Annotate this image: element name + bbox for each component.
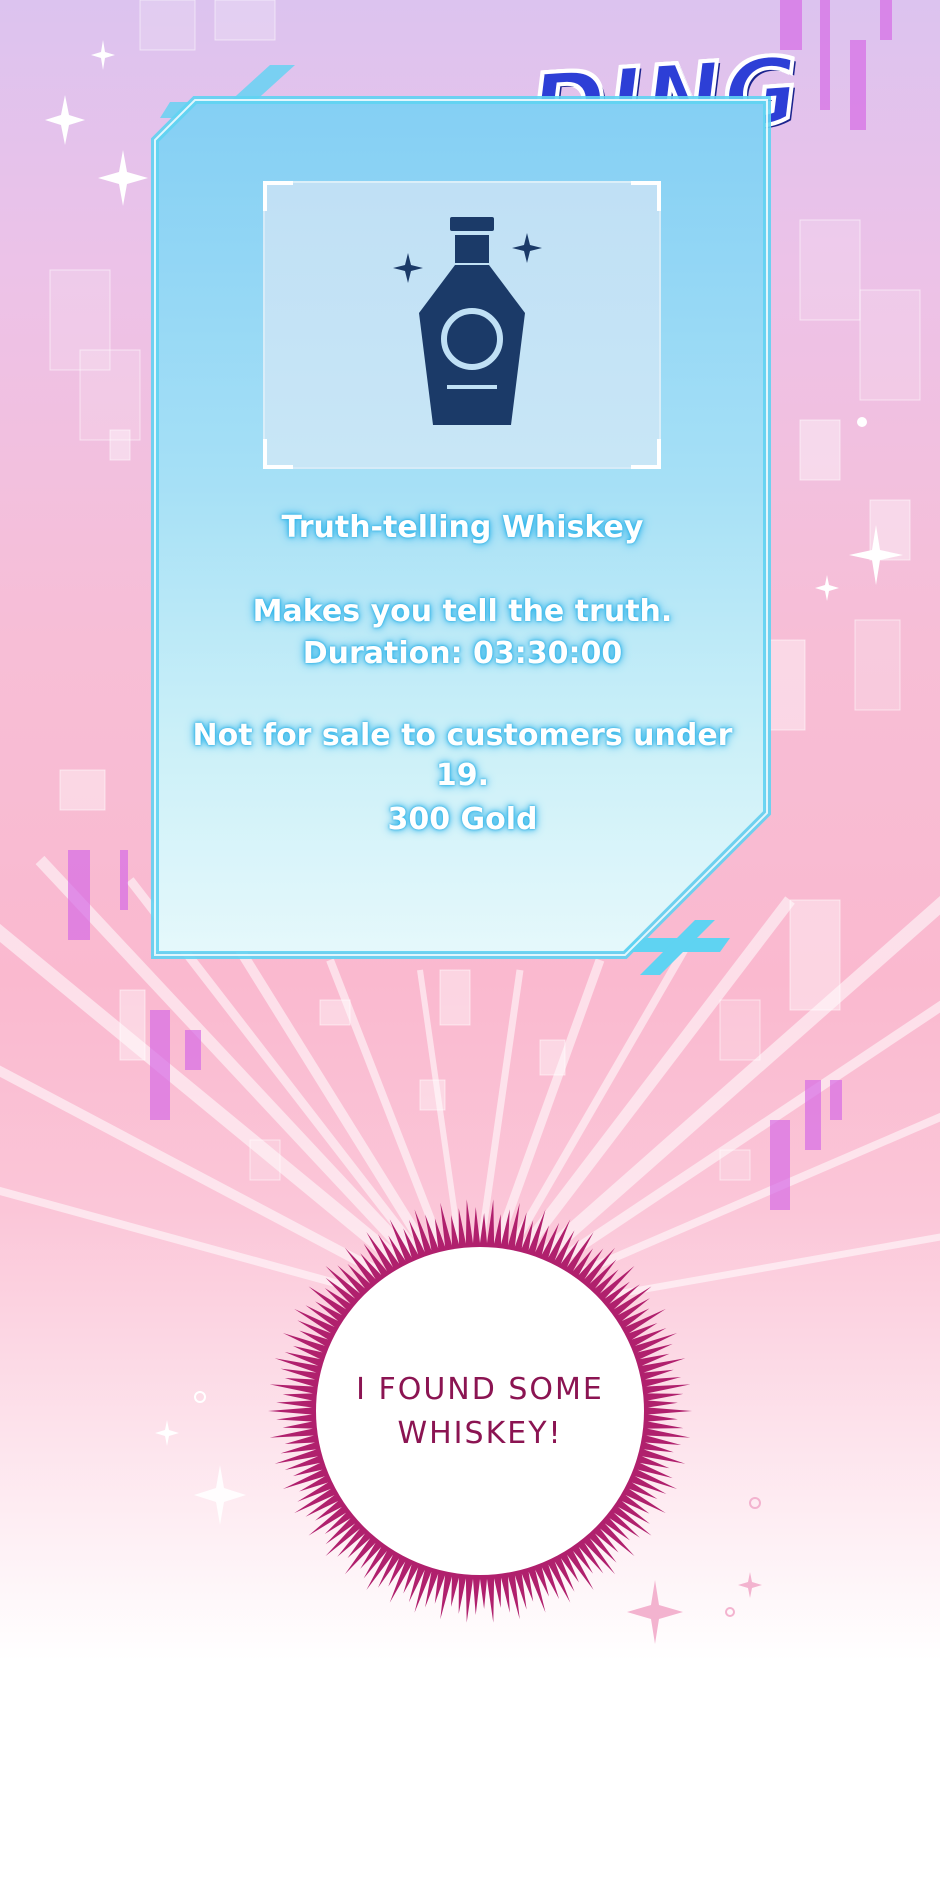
comic-panel-page: DING Truth-telling Whiskey Makes you tel…	[0, 0, 940, 1888]
sparkle-icon	[155, 1420, 179, 1446]
sparkle-icon	[98, 150, 148, 206]
item-price: 300 Gold	[387, 802, 538, 837]
sparkle-icon	[194, 1465, 246, 1525]
item-image-frame	[263, 181, 661, 469]
speech-bubble-text: I FOUND SOME WHISKEY!	[300, 1368, 660, 1456]
item-description: Makes you tell the truth.	[252, 594, 673, 629]
sparkle-icon	[815, 575, 839, 601]
frame-corner	[631, 439, 661, 469]
item-name: Truth-telling Whiskey	[281, 510, 644, 545]
sparkle-icon	[45, 95, 85, 145]
whiskey-bottle-icon	[393, 217, 542, 425]
item-duration: Duration: 03:30:00	[302, 636, 623, 671]
speech-line-1: I FOUND SOME	[356, 1372, 604, 1407]
speech-line-2: WHISKEY!	[397, 1416, 563, 1451]
frame-corner	[631, 181, 661, 211]
sparkle-icon	[738, 1572, 762, 1598]
sparkle-icon	[91, 40, 115, 70]
item-restriction: Not for sale to customers under 19.	[192, 718, 733, 793]
frame-corner	[263, 439, 293, 469]
frame-corner	[263, 181, 293, 211]
